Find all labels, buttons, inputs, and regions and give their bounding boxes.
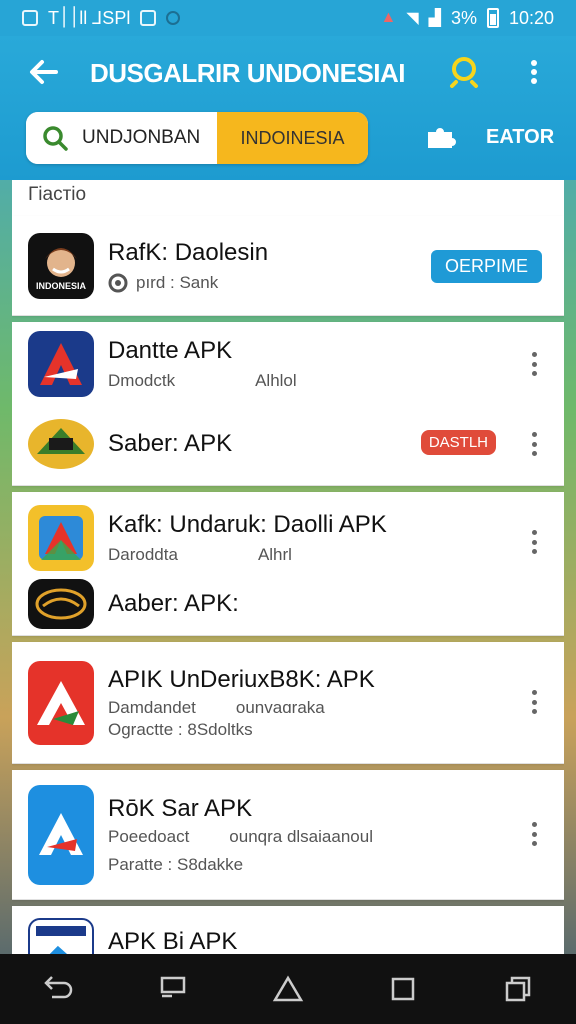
app-name: Kafk: Undaruk: Daolli APK [108,511,387,538]
wifi-icon: ◥ [406,10,419,27]
radio-icon [108,273,128,293]
app-meta: Dmodctk [108,371,176,390]
more-options-icon[interactable] [526,430,542,458]
status-left-text: T׀׀ll ⅃SPl [48,7,131,28]
list-item[interactable]: INDONESIA RafK: Daolesin pırd : Sank OER… [12,216,564,316]
tab-right[interactable]: INDOINESIA [217,112,368,164]
status-bar: T׀׀ll ⅃SPl ▲ ◥ ▟ 3% 10:20 [0,0,576,36]
search-small-icon [43,126,68,151]
app-icon-dantte [28,331,94,397]
app-meta: Damdandet [108,698,196,717]
app-meta-2: ounqra dlsaiaanoul [229,827,373,846]
tab-left-label: UNDJONBAN [82,127,201,148]
app-name: APIK UnDeriuxB8K: APK [108,666,375,693]
app-icon-apik [28,661,94,745]
app-icon-kafk [28,505,94,571]
app-name: Aaber: APK: [108,590,239,617]
tab-left[interactable]: UNDJONBAN [26,112,217,164]
app-meta-2: ounvaɑraka [235,698,325,717]
app-meta-2: Alhlol [255,371,297,390]
status-time: 10:20 [508,7,554,28]
list-item[interactable]: APK Bi APK [12,906,564,960]
back-arrow-icon[interactable] [28,56,60,88]
app-icon-aaber [28,579,94,629]
app-meta-3: Paratte : S8dakke [108,855,244,874]
more-options-icon[interactable] [526,350,542,378]
extension-button[interactable]: EATOR [426,124,554,150]
app-icon-caption: INDONESIA [35,281,86,291]
list-item[interactable]: RōK Sar APK Poeedoact ounqra dlsaiaanoul … [12,770,564,900]
app-notification-icon [140,10,157,26]
mute-icon: ▲ [380,9,397,26]
app-name: RōK Sar APK [108,795,253,822]
multiwindow-icon[interactable] [498,969,538,1009]
more-options-icon[interactable] [526,688,542,716]
search-icon[interactable] [448,54,482,88]
list-item[interactable]: APIK UnDeriuxB8K: APK Damdandet ounvaɑrak… [12,642,564,764]
overview-icon[interactable] [383,969,423,1009]
status-badge: DASTLH [420,430,496,455]
app-name: APK Bi APK [108,928,238,955]
navigation-bar [0,954,576,1024]
more-options-icon[interactable] [526,528,542,556]
app-icon-saber [28,419,94,469]
sync-icon [166,11,181,25]
more-options-icon[interactable] [522,56,546,88]
app-list: Гіастіо INDONESIA RafK: Daolesin pırd : … [12,180,564,960]
recent-apps-icon[interactable] [153,969,193,1009]
signal-icon: ▟ [428,10,441,27]
puzzle-icon [428,128,456,148]
list-item[interactable]: Dantte APK Dmodctk Alhlol Saber: APK DAST… [12,322,564,486]
app-meta-2: Alhrl [257,545,292,564]
extension-label: EATOR [486,125,555,148]
tab-right-label: INDOINESIA [240,127,345,148]
open-button[interactable]: OERPIME [430,250,542,283]
battery-icon [486,8,499,28]
app-name: Dantte APK [108,337,233,364]
battery-percent: 3% [450,7,477,28]
app-icon-raffk: INDONESIA [28,233,94,299]
app-meta: Daroddta [108,545,178,564]
more-options-icon[interactable] [526,820,542,848]
app-meta: pırd : Sank [136,273,219,292]
app-meta-3: Ogractte : 8Sdoltks [108,720,253,739]
app-meta: Poeedoact [108,827,190,846]
segmented-tabs: UNDJONBAN INDOINESIA [26,112,368,164]
section-title: Гіастіо [12,180,564,216]
page-title: DUSGALRIR UNDONESIAI [90,58,406,88]
home-icon[interactable] [268,969,308,1009]
back-nav-icon[interactable] [38,969,78,1009]
app-bar: DUSGALRIR UNDONESIAI UNDJONBAN INDOINESI… [0,36,576,215]
notification-icon [22,10,38,26]
list-item[interactable]: Kafk: Undaruk: Daolli APK Daroddta Alhrl … [12,492,564,636]
app-icon-rok [28,785,94,885]
